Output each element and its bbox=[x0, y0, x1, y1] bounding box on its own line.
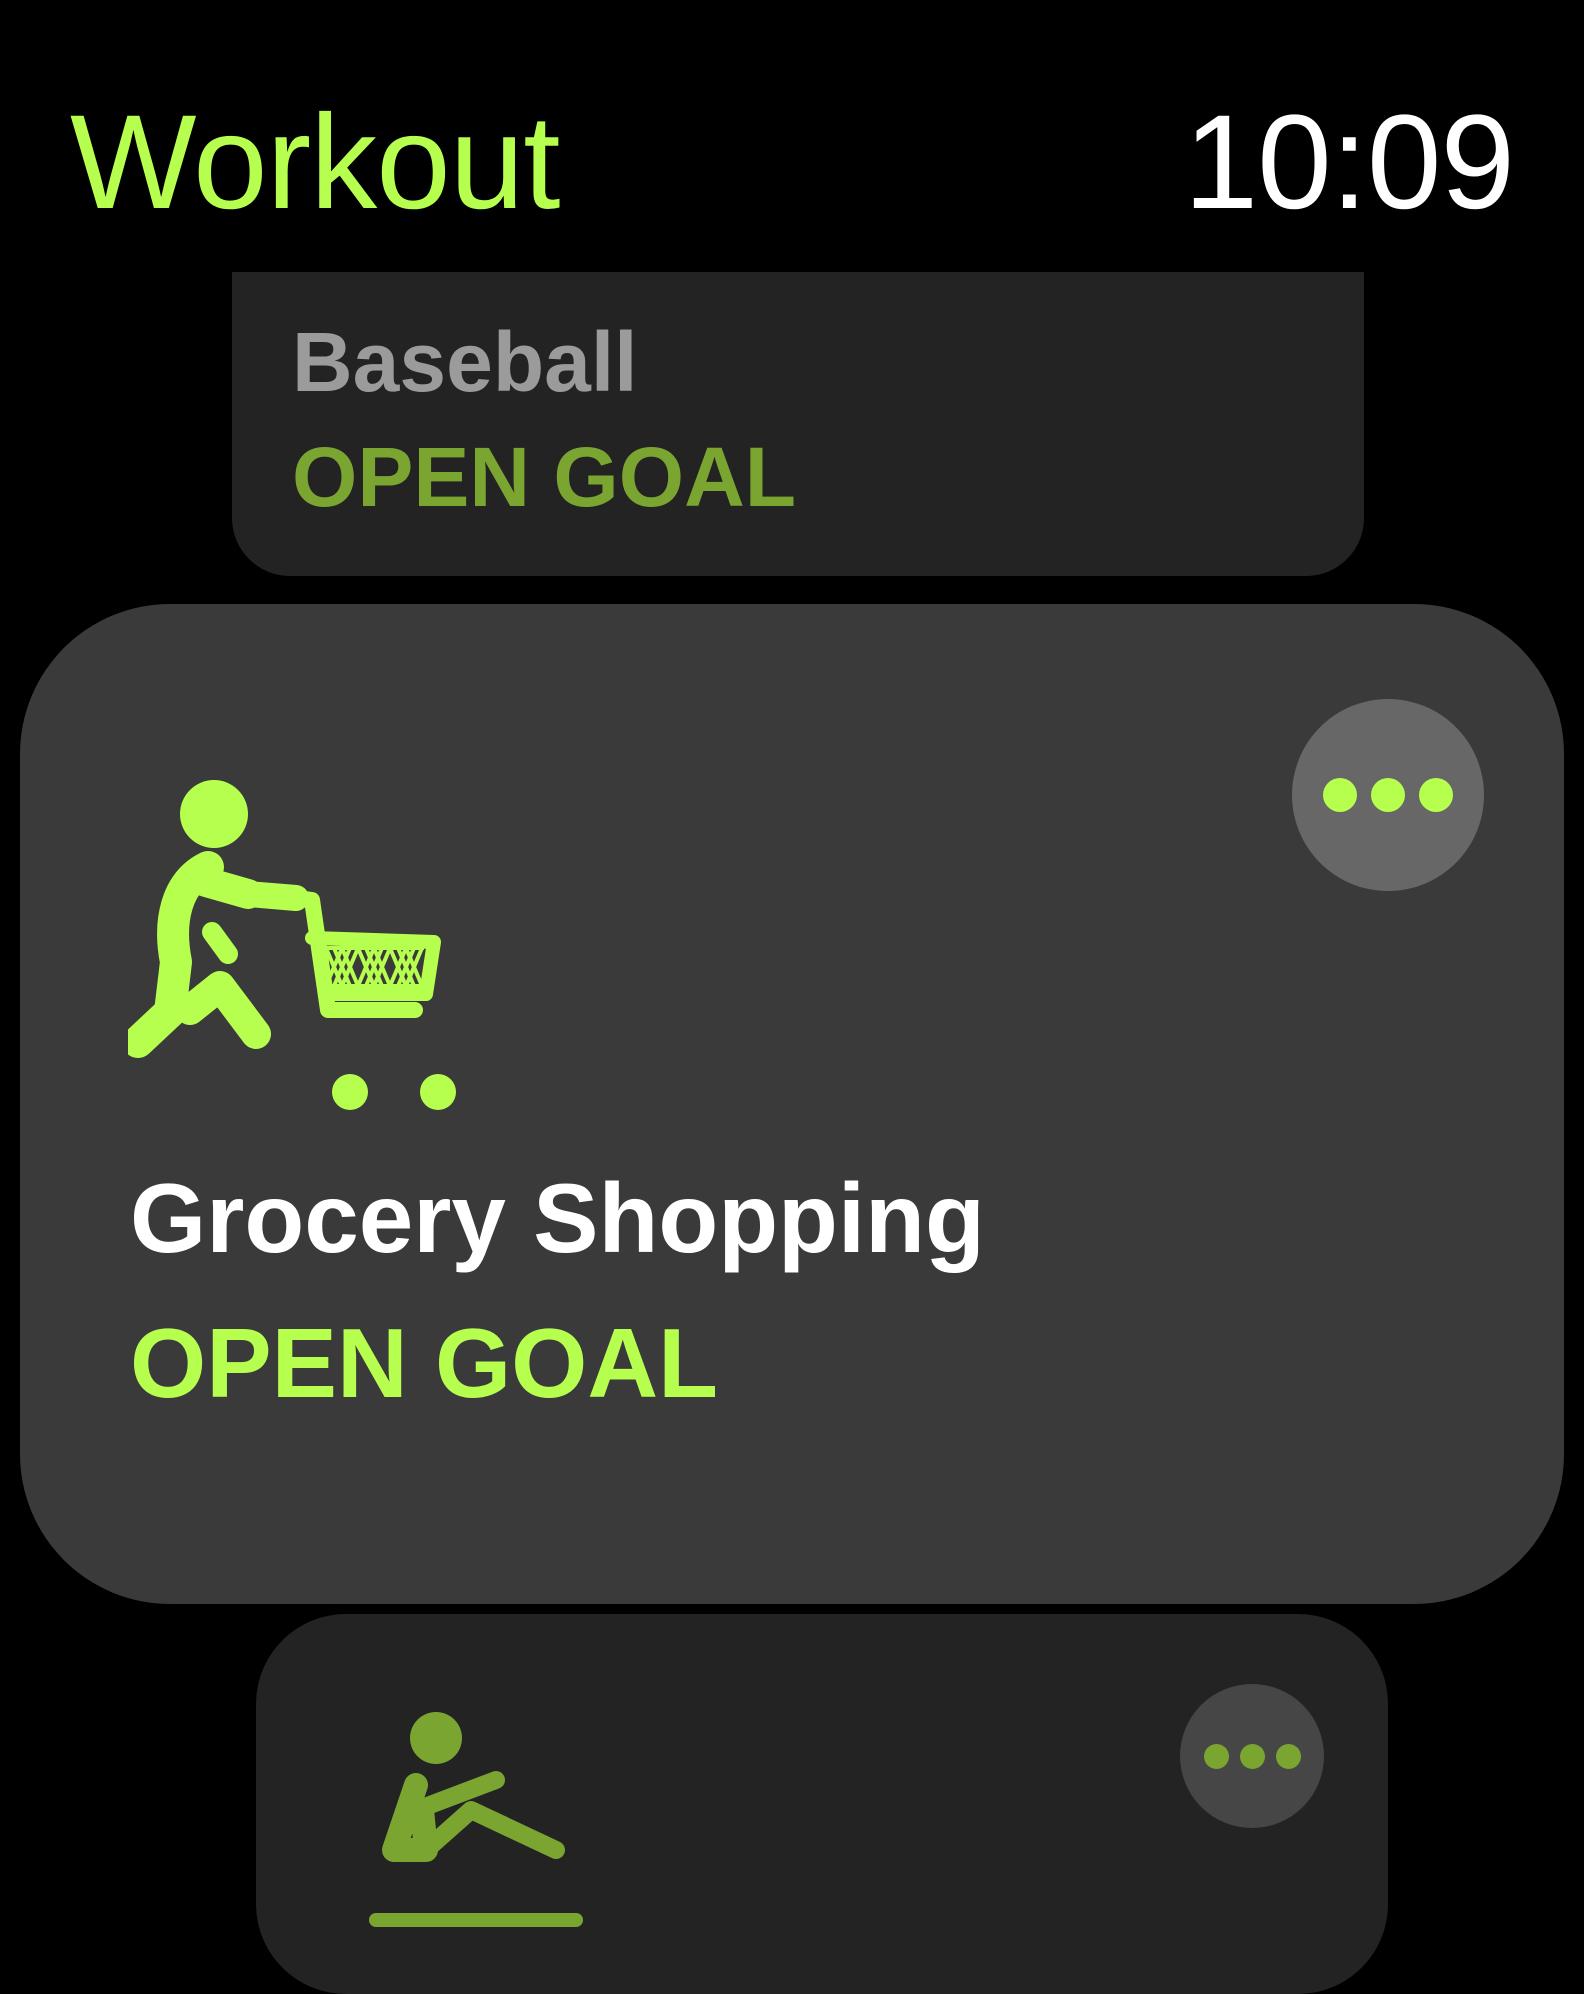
more-dot-icon bbox=[1371, 778, 1405, 812]
more-dot-icon bbox=[1323, 778, 1357, 812]
workout-card-grocery-shopping[interactable]: Grocery Shopping OPEN GOAL bbox=[20, 604, 1564, 1604]
workout-goal: OPEN GOAL bbox=[292, 430, 797, 524]
app-title: Workout bbox=[70, 88, 560, 237]
clock: 10:09 bbox=[1183, 88, 1515, 237]
workout-card-rowing[interactable] bbox=[256, 1614, 1388, 1994]
workout-name: Grocery Shopping bbox=[130, 1163, 985, 1273]
more-dot-icon bbox=[1275, 1743, 1301, 1769]
more-dot-icon bbox=[1239, 1743, 1265, 1769]
workout-goal: OPEN GOAL bbox=[130, 1308, 719, 1418]
rowing-person-icon bbox=[369, 1712, 583, 1927]
header: Workout 10:09 bbox=[0, 0, 1584, 250]
workout-name: Baseball bbox=[292, 315, 638, 409]
workout-card-baseball[interactable]: Baseball OPEN GOAL bbox=[232, 272, 1364, 576]
more-dot-icon bbox=[1203, 1743, 1229, 1769]
more-dot-icon bbox=[1419, 778, 1453, 812]
more-options-button[interactable] bbox=[1292, 699, 1484, 891]
more-options-button[interactable] bbox=[1180, 1684, 1324, 1828]
grocery-cart-person-icon bbox=[128, 780, 456, 1110]
